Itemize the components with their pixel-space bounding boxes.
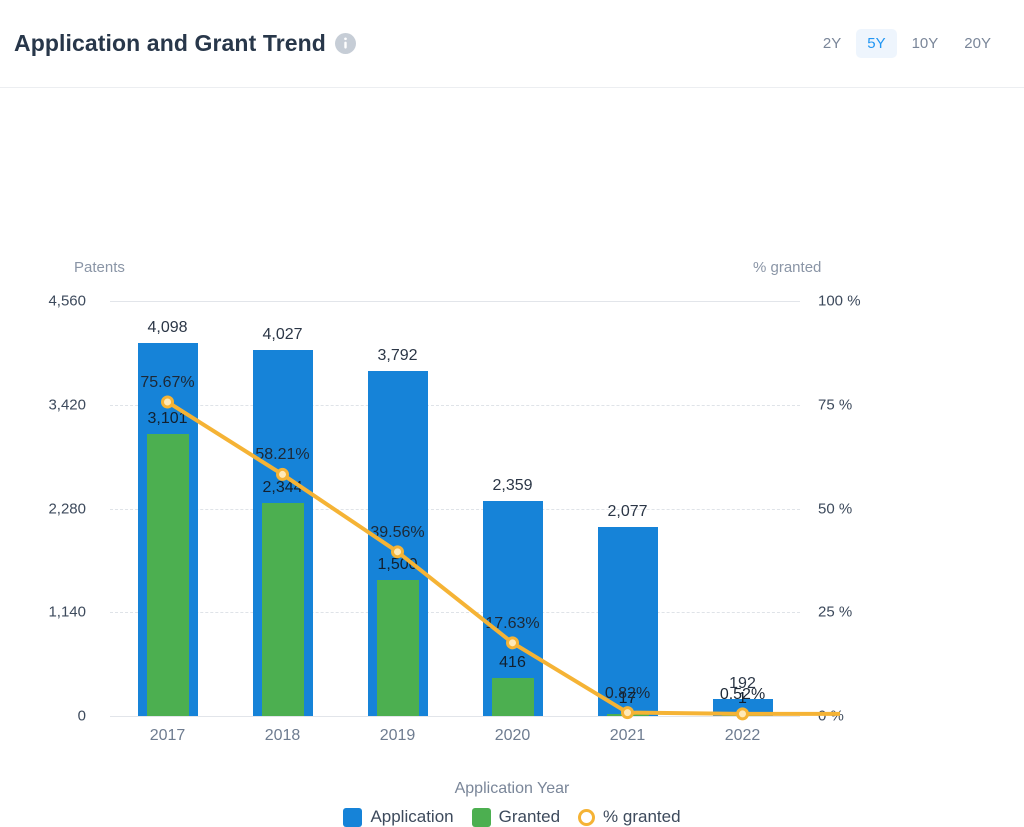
bar-group[interactable]: 2,077 17 0.82%	[597, 301, 658, 716]
y-axis-title-right: % granted	[753, 259, 822, 276]
range-tabs: 2Y 5Y 10Y 20Y	[812, 29, 1002, 58]
y-axis-tick-left: 2,280	[48, 500, 86, 517]
bar-label-granted: 2,344	[262, 478, 303, 496]
x-axis-label: 2018	[264, 727, 301, 744]
bar-granted[interactable]	[606, 714, 649, 716]
bar-granted[interactable]	[261, 502, 304, 716]
bar-label-application: 2,077	[607, 502, 648, 520]
bar-granted[interactable]	[376, 579, 419, 716]
chart-legend: Application Granted % granted	[0, 807, 1024, 827]
legend-item-application[interactable]: Application	[343, 807, 454, 827]
bar-group[interactable]: 3,792 1,500 39.56%	[367, 301, 428, 716]
line-label-percent-granted: 58.21%	[255, 446, 310, 464]
range-tab-20y[interactable]: 20Y	[953, 29, 1002, 58]
bar-group[interactable]: 192 1 0.52%	[712, 301, 773, 716]
gridline	[110, 716, 800, 717]
x-axis-label: 2020	[494, 727, 531, 744]
legend-swatch-application-icon	[343, 807, 363, 827]
y-axis-title-left: Patents	[74, 259, 125, 276]
bar-granted[interactable]	[491, 678, 534, 716]
line-label-percent-granted: 39.56%	[370, 523, 425, 541]
bar-label-application: 4,098	[147, 319, 188, 337]
range-tab-2y[interactable]: 2Y	[812, 29, 852, 58]
y-axis-tick-left: 0	[77, 707, 86, 725]
x-axis-label: 2017	[149, 727, 186, 744]
line-label-percent-granted: 17.63%	[485, 614, 540, 632]
bar-label-granted: 1,500	[377, 555, 418, 573]
legend-swatch-granted-icon	[471, 807, 491, 827]
bar-label-application: 2,359	[492, 477, 533, 495]
legend-label-percent-granted: % granted	[603, 807, 681, 826]
x-axis-label: 2022	[724, 727, 761, 744]
title-wrap: Application and Grant Trend	[14, 30, 356, 57]
x-axis-label: 2019	[379, 727, 416, 744]
info-icon[interactable]	[334, 33, 356, 54]
x-axis-label: 2021	[609, 727, 646, 744]
y-axis-tick-left: 1,140	[48, 603, 86, 621]
chart-area: Patents % granted 0 1,140 2,280 3,420 4,560 …	[0, 88, 1024, 827]
range-tab-5y[interactable]: 5Y	[856, 29, 897, 58]
bar-label-application: 4,027	[262, 325, 303, 343]
y-axis-tick-left: 3,420	[48, 396, 86, 414]
plot-area: 0 1,140 2,280 3,420 4,560 0 % 25 % 50 % 75 % 100…	[48, 293, 860, 745]
legend-label-granted: Granted	[498, 807, 561, 826]
bar-group[interactable]: 4,098 3,101 75.67%	[137, 301, 198, 716]
bar-label-granted: 3,101	[147, 409, 188, 427]
y-axis-tick-right: 25 %	[818, 603, 853, 621]
y-axis-tick-right: 75 %	[818, 396, 853, 414]
line-label-percent-granted: 75.67%	[140, 373, 195, 391]
y-axis-tick-right: 50 %	[818, 500, 853, 517]
bar-group[interactable]: 2,359 416 17.63%	[482, 301, 543, 716]
bar-series-container: 4,098 3,101 75.67% 4,027 2,344 58.21% 3,792 1,5…	[110, 301, 800, 716]
x-axis-title: Application Year	[454, 780, 570, 797]
legend-label-application: Application	[370, 807, 454, 826]
legend-item-percent-granted[interactable]: % granted	[578, 807, 681, 827]
bar-granted[interactable]	[146, 433, 189, 716]
y-axis-tick-right: 0 %	[818, 707, 844, 725]
bar-label-granted: 416	[499, 654, 526, 672]
legend-swatch-percent-granted-icon	[578, 808, 596, 826]
bar-label-application: 3,792	[377, 346, 418, 364]
page-title: Application and Grant Trend	[14, 30, 326, 56]
range-tab-10y[interactable]: 10Y	[901, 29, 950, 58]
bar-group[interactable]: 4,027 2,344 58.21%	[252, 301, 313, 716]
card-header: Application and Grant Trend 2Y 5Y 10Y 20…	[0, 0, 1024, 88]
line-label-percent-granted: 0.82%	[604, 684, 651, 702]
bar-granted[interactable]	[721, 714, 764, 716]
y-axis-tick-right: 100 %	[818, 292, 861, 310]
y-axis-tick-left: 4,560	[48, 292, 86, 310]
line-label-percent-granted: 0.52%	[719, 685, 766, 703]
legend-item-granted[interactable]: Granted	[471, 807, 561, 827]
